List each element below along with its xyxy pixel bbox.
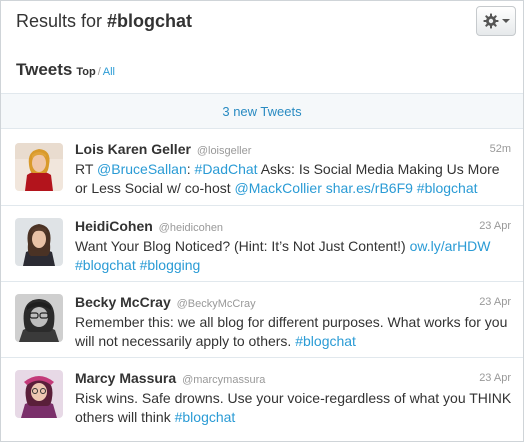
tweet-username[interactable]: @BeckyMcCray xyxy=(177,298,256,310)
title-hashtag: #blogchat xyxy=(107,11,193,31)
tweet-link[interactable]: @MackCollier xyxy=(235,180,322,196)
gear-icon xyxy=(483,13,499,29)
tweet-text-segment: Remember this: we all blog for different… xyxy=(75,314,508,349)
tweet-text-segment: RT xyxy=(75,161,98,177)
tweet-link[interactable]: #blogchat xyxy=(295,333,356,349)
tweet-timestamp[interactable]: 23 Apr xyxy=(479,296,511,308)
tweet-item[interactable]: Lois Karen Geller @loisgeller 52m RT @Br… xyxy=(1,129,523,206)
tweet-header: Marcy Massura @marcymassura xyxy=(75,370,265,386)
tweet-username[interactable]: @loisgeller xyxy=(197,145,252,157)
tab-separator: / xyxy=(97,66,101,78)
tweet-link[interactable]: @BruceSallan xyxy=(97,161,187,177)
new-tweets-bar[interactable]: 3 new Tweets xyxy=(1,93,523,129)
tweet-text-segment: : xyxy=(186,161,195,177)
tab-all[interactable]: All xyxy=(103,66,115,78)
tweet-item[interactable]: HeidiCohen @heidicohen 23 Apr Want Your … xyxy=(1,206,523,282)
tweet-timestamp[interactable]: 23 Apr xyxy=(479,372,511,384)
tweet-fullname[interactable]: Lois Karen Geller xyxy=(75,141,191,157)
tweets-heading: Tweets xyxy=(16,60,73,79)
tweet-header: Becky McCray @BeckyMcCray xyxy=(75,294,256,310)
page-title: Results for #blogchat xyxy=(16,11,192,32)
new-tweets-label: 3 new Tweets xyxy=(222,103,302,119)
tweet-header: HeidiCohen @heidicohen xyxy=(75,218,223,234)
tweet-text-segment: Risk wins. Safe drowns. Use your voice-r… xyxy=(75,390,512,425)
tweet-timestamp[interactable]: 52m xyxy=(490,143,511,155)
avatar[interactable] xyxy=(15,370,63,418)
avatar[interactable] xyxy=(15,294,63,342)
tweet-link[interactable]: #blogging xyxy=(140,257,201,273)
tweet-header: Lois Karen Geller @loisgeller xyxy=(75,141,251,157)
tweet-item[interactable]: Marcy Massura @marcymassura 23 Apr Risk … xyxy=(1,358,523,441)
tweet-username[interactable]: @heidicohen xyxy=(159,222,223,234)
search-results-panel: Results for #blogchat Tweets Top / All 3… xyxy=(0,0,524,442)
tweet-link[interactable]: #blogchat xyxy=(175,409,236,425)
tweet-link[interactable]: #blogchat xyxy=(417,180,478,196)
tweet-link[interactable]: #blogchat xyxy=(75,257,136,273)
tab-top[interactable]: Top xyxy=(76,66,95,78)
tweet-text: Risk wins. Safe drowns. Use your voice-r… xyxy=(75,389,515,427)
tweet-timestamp[interactable]: 23 Apr xyxy=(479,220,511,232)
tweet-item[interactable]: Becky McCray @BeckyMcCray 23 Apr Remembe… xyxy=(1,282,523,358)
caret-down-icon xyxy=(501,18,510,24)
tweet-link[interactable]: shar.es/rB6F9 xyxy=(326,180,413,196)
settings-dropdown-button[interactable] xyxy=(476,6,516,36)
tweet-text: Want Your Blog Noticed? (Hint: It’s Not … xyxy=(75,237,515,275)
tweet-fullname[interactable]: Marcy Massura xyxy=(75,370,176,386)
tweets-tabs: Tweets Top / All xyxy=(16,60,115,80)
tweet-text-segment: Want Your Blog Noticed? (Hint: It’s Not … xyxy=(75,238,410,254)
tweet-fullname[interactable]: HeidiCohen xyxy=(75,218,153,234)
tweet-link[interactable]: ow.ly/arHDW xyxy=(410,238,491,254)
avatar[interactable] xyxy=(15,218,63,266)
tweet-username[interactable]: @marcymassura xyxy=(182,374,265,386)
results-header: Results for #blogchat Tweets Top / All xyxy=(1,1,523,93)
avatar[interactable] xyxy=(15,143,63,191)
tweet-fullname[interactable]: Becky McCray xyxy=(75,294,171,310)
tweet-text: RT @BruceSallan: #DadChat Asks: Is Socia… xyxy=(75,160,515,198)
title-prefix: Results for xyxy=(16,11,108,31)
tweet-link[interactable]: #DadChat xyxy=(195,161,258,177)
tweet-text: Remember this: we all blog for different… xyxy=(75,313,515,351)
